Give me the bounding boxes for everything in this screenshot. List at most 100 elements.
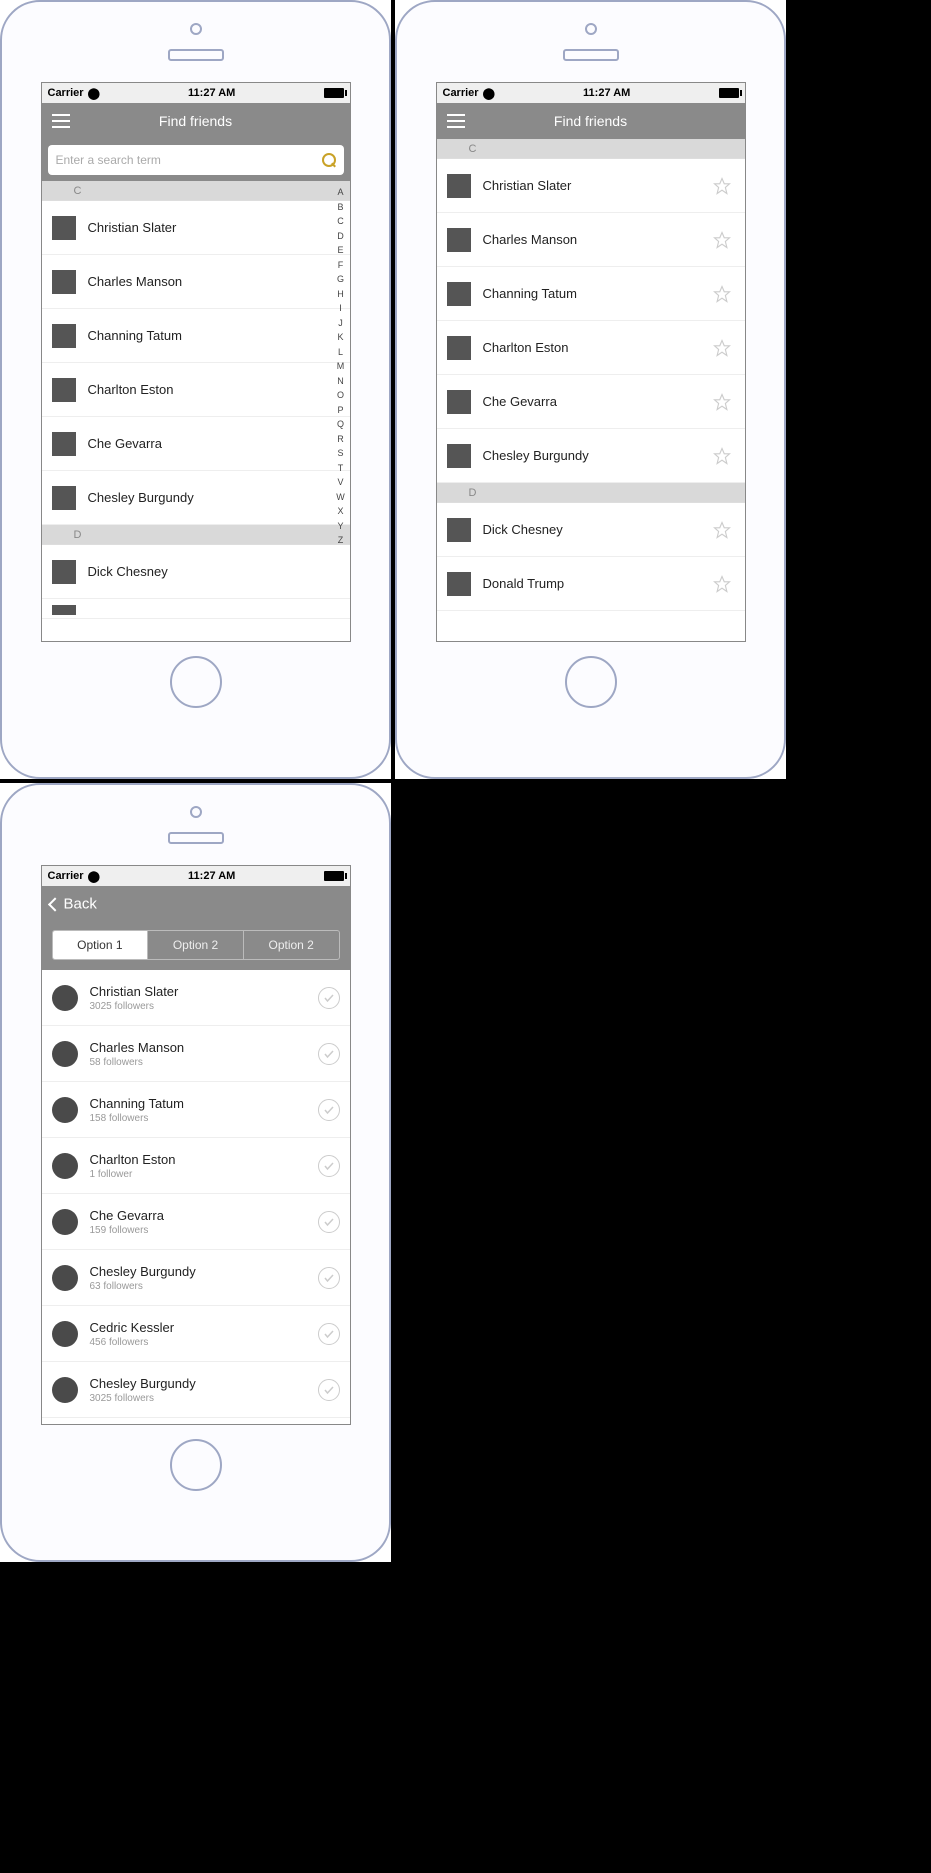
star-icon[interactable] xyxy=(713,177,731,195)
list-item[interactable] xyxy=(42,599,350,619)
back-button[interactable]: Back xyxy=(50,896,97,913)
search-box[interactable] xyxy=(48,145,344,175)
contact-name: Charlton Eston xyxy=(88,382,340,397)
check-icon[interactable] xyxy=(318,1099,340,1121)
avatar xyxy=(52,1097,78,1123)
follower-count: 158 followers xyxy=(90,1113,306,1124)
index-letter[interactable]: P xyxy=(334,403,348,418)
index-letter[interactable]: N xyxy=(334,374,348,389)
carrier-label: Carrier xyxy=(48,87,84,99)
index-letter[interactable]: B xyxy=(334,200,348,215)
index-letter[interactable]: S xyxy=(334,446,348,461)
index-letter[interactable]: W xyxy=(334,490,348,505)
index-letter[interactable]: V xyxy=(334,475,348,490)
list-item[interactable]: Charlton Eston xyxy=(437,321,745,375)
list-item[interactable]: Channing Tatum158 followers xyxy=(42,1082,350,1138)
check-icon[interactable] xyxy=(318,1043,340,1065)
list-item[interactable]: Dick Chesney xyxy=(437,503,745,557)
clock-label: 11:27 AM xyxy=(188,870,235,882)
star-icon[interactable] xyxy=(713,285,731,303)
index-letter[interactable]: F xyxy=(334,258,348,273)
star-icon[interactable] xyxy=(713,393,731,411)
index-letter[interactable]: X xyxy=(334,504,348,519)
check-icon[interactable] xyxy=(318,1211,340,1233)
index-letter[interactable]: G xyxy=(334,272,348,287)
check-icon[interactable] xyxy=(318,1267,340,1289)
segment-button[interactable]: Option 2 xyxy=(244,931,339,959)
index-letter[interactable]: L xyxy=(334,345,348,360)
index-letter[interactable]: D xyxy=(334,229,348,244)
index-letter[interactable]: A xyxy=(334,185,348,200)
carrier-label: Carrier xyxy=(443,87,479,99)
index-letter[interactable]: R xyxy=(334,432,348,447)
wifi-icon: ⬤ xyxy=(88,87,100,100)
avatar xyxy=(52,486,76,510)
list-item[interactable]: Chesley Burgundy xyxy=(437,429,745,483)
avatar xyxy=(447,228,471,252)
list-item[interactable]: Charlton Eston xyxy=(42,363,350,417)
index-letter[interactable]: T xyxy=(334,461,348,476)
index-letter[interactable]: K xyxy=(334,330,348,345)
index-letter[interactable]: Z xyxy=(334,533,348,548)
home-button[interactable] xyxy=(565,656,617,708)
contact-name: Chesley Burgundy xyxy=(88,490,340,505)
list-item[interactable]: Dick Chesney xyxy=(42,545,350,599)
list-item[interactable]: Charlton Eston1 follower xyxy=(42,1138,350,1194)
list-item[interactable]: Charles Manson xyxy=(437,213,745,267)
list-item[interactable]: Christian Slater3025 followers xyxy=(42,970,350,1026)
list-item[interactable]: Che Gevarra xyxy=(42,417,350,471)
list-item[interactable]: Che Gevarra xyxy=(437,375,745,429)
check-icon[interactable] xyxy=(318,1379,340,1401)
index-letter[interactable]: Q xyxy=(334,417,348,432)
index-letter[interactable]: J xyxy=(334,316,348,331)
list-item[interactable]: Charles Manson58 followers xyxy=(42,1026,350,1082)
alpha-index[interactable]: ABCDEFGHIJKLMNOPQRSTVWXYZ xyxy=(334,181,348,641)
check-icon[interactable] xyxy=(318,1323,340,1345)
index-letter[interactable]: E xyxy=(334,243,348,258)
index-letter[interactable]: I xyxy=(334,301,348,316)
list-item[interactable]: Donald Trump xyxy=(437,557,745,611)
segment-button[interactable]: Option 1 xyxy=(53,931,149,959)
list-item[interactable]: Chesley Burgundy63 followers xyxy=(42,1250,350,1306)
list-item[interactable]: Christian Slater xyxy=(42,201,350,255)
index-letter[interactable]: H xyxy=(334,287,348,302)
contact-name: Che Gevarra xyxy=(483,394,701,409)
follower-count: 3025 followers xyxy=(90,1393,306,1404)
carrier-label: Carrier xyxy=(48,870,84,882)
index-letter[interactable]: Y xyxy=(334,519,348,534)
star-icon[interactable] xyxy=(713,339,731,357)
index-letter[interactable]: C xyxy=(334,214,348,229)
star-icon[interactable] xyxy=(713,575,731,593)
contact-name: Chesley Burgundy xyxy=(483,448,701,463)
home-button[interactable] xyxy=(170,656,222,708)
contact-name: Charlton Eston xyxy=(90,1152,306,1167)
search-icon[interactable] xyxy=(322,153,336,167)
section-header: C xyxy=(437,139,745,159)
contact-name: Che Gevarra xyxy=(88,436,340,451)
segmented-control[interactable]: Option 1Option 2Option 2 xyxy=(52,930,340,960)
contact-name: Charles Manson xyxy=(483,232,701,247)
list-item[interactable]: Chesley Burgundy3025 followers xyxy=(42,1362,350,1418)
menu-icon[interactable] xyxy=(447,114,465,128)
check-icon[interactable] xyxy=(318,987,340,1009)
list-item[interactable]: Chesley Burgundy xyxy=(42,471,350,525)
avatar xyxy=(447,282,471,306)
search-input[interactable] xyxy=(56,153,322,167)
check-icon[interactable] xyxy=(318,1155,340,1177)
index-letter[interactable]: M xyxy=(334,359,348,374)
list-item[interactable]: Channing Tatum xyxy=(42,309,350,363)
star-icon[interactable] xyxy=(713,231,731,249)
menu-icon[interactable] xyxy=(52,114,70,128)
star-icon[interactable] xyxy=(713,447,731,465)
list-item[interactable]: Charles Manson xyxy=(42,255,350,309)
follower-count: 159 followers xyxy=(90,1225,306,1236)
list-item[interactable]: Che Gevarra159 followers xyxy=(42,1194,350,1250)
status-bar: Carrier⬤ 11:27 AM xyxy=(437,83,745,103)
list-item[interactable]: Christian Slater xyxy=(437,159,745,213)
list-item[interactable]: Cedric Kessler456 followers xyxy=(42,1306,350,1362)
segment-button[interactable]: Option 2 xyxy=(148,931,244,959)
list-item[interactable]: Channing Tatum xyxy=(437,267,745,321)
index-letter[interactable]: O xyxy=(334,388,348,403)
home-button[interactable] xyxy=(170,1439,222,1491)
star-icon[interactable] xyxy=(713,521,731,539)
